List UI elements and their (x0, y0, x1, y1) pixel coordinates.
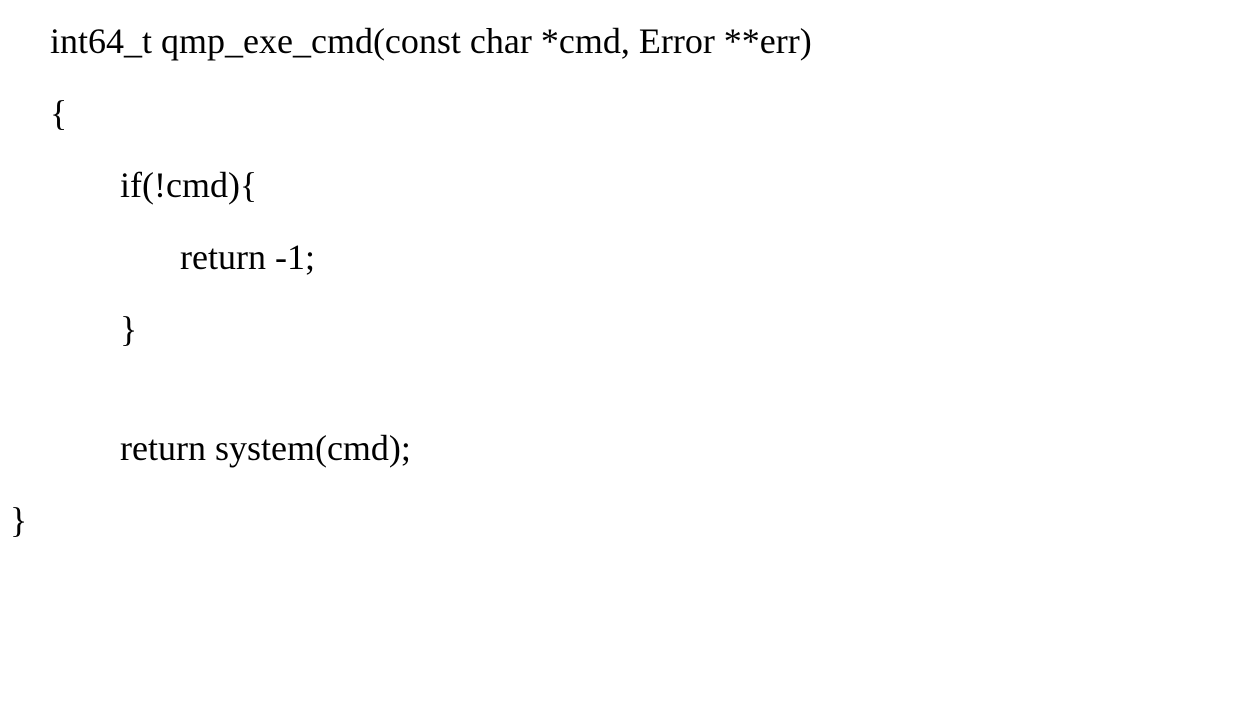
code-block: int64_t qmp_exe_cmd(const char *cmd, Err… (0, 0, 1240, 563)
code-line-5: } (120, 308, 1190, 352)
code-line-1: int64_t qmp_exe_cmd(const char *cmd, Err… (50, 20, 1190, 64)
code-line-2: { (50, 92, 1190, 136)
code-line-6: return system(cmd); (120, 427, 1190, 471)
code-line-3: if(!cmd){ (120, 164, 1190, 208)
code-line-4: return -1; (180, 236, 1190, 280)
code-line-7: } (10, 499, 1190, 543)
